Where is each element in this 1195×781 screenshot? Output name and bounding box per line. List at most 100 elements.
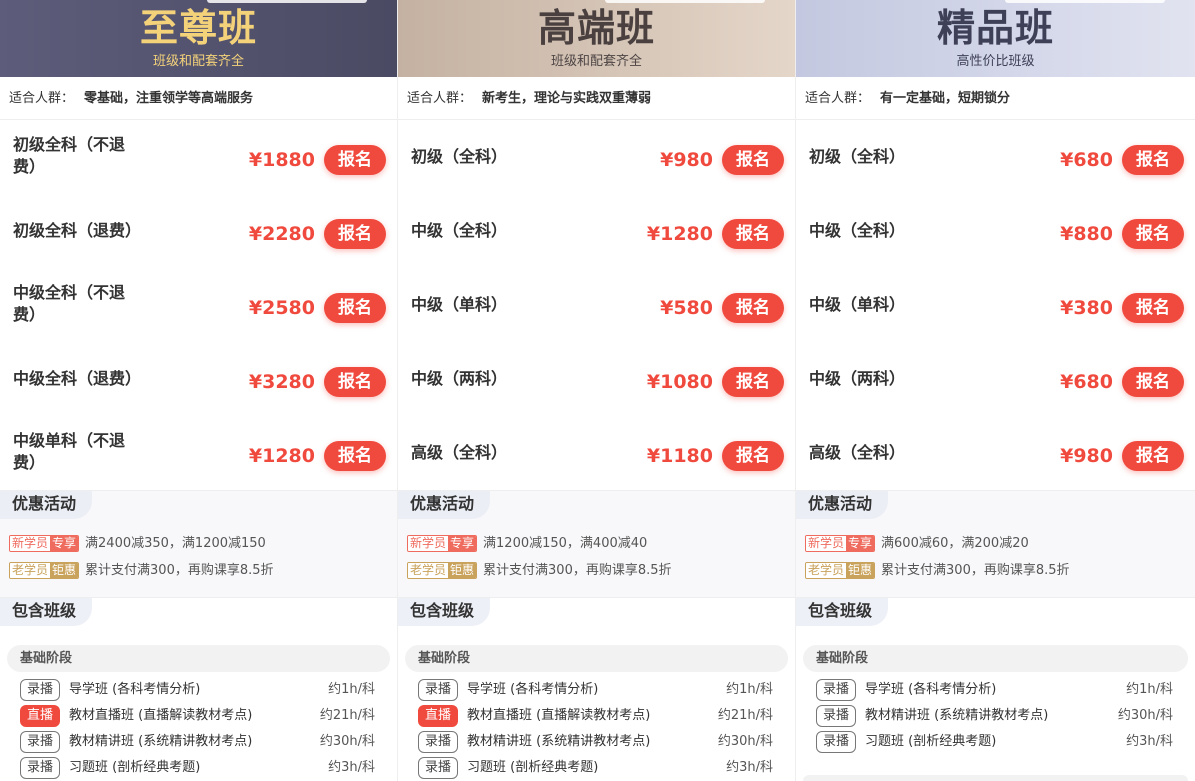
- audience-row: 适合人群： 新考生，理论与实践双重薄弱: [398, 77, 795, 120]
- signup-button[interactable]: 报名: [722, 145, 784, 175]
- course-name: 教材直播班 (直播解读教材考点): [69, 708, 253, 723]
- stage-label: 基础阶段: [803, 645, 1188, 672]
- course-hours: 约1h/科: [1126, 682, 1173, 697]
- course-name: 导学班 (各科考情分析): [467, 682, 599, 697]
- old-student-tag: 老学员 钜惠: [407, 562, 478, 579]
- tag-right: 专享: [448, 536, 477, 551]
- course-row: 直播 教材直播班 (直播解读教材考点) 约21h/科: [0, 702, 397, 728]
- old-student-tag: 老学员 钜惠: [805, 562, 876, 579]
- plan-row: 中级（两科） ¥680 报名: [796, 342, 1195, 416]
- plan-name: 中级全科（退费）: [13, 369, 142, 388]
- plan-name: 中级（全科）: [411, 221, 508, 240]
- signup-button[interactable]: 报名: [324, 219, 386, 249]
- package-column-supreme: 至尊班 班级和配套齐全 适合人群： 零基础，注重领学等高端服务 初级全科（不退费）…: [0, 0, 398, 781]
- course-hours: 约3h/科: [726, 760, 773, 775]
- plan-name: 中级（单科）: [411, 295, 508, 314]
- promo-section: 优惠活动 新学员 专享 满1200减150，满400减40 老学员 钜惠 累计支付满30…: [398, 490, 795, 597]
- signup-button[interactable]: 报名: [722, 367, 784, 397]
- audience-text: 新考生，理论与实践双重薄弱: [482, 91, 652, 106]
- audience-row: 适合人群： 零基础，注重领学等高端服务: [0, 77, 397, 120]
- plan-row: 初级（全科） ¥980 报名: [398, 120, 795, 194]
- course-row: 录播 导学班 (各科考情分析) 约1h/科: [796, 676, 1195, 702]
- column-header: 至尊班 班级和配套齐全: [0, 0, 397, 77]
- signup-button[interactable]: 报名: [324, 367, 386, 397]
- live-badge: 直播: [20, 705, 60, 727]
- plan-price: ¥880: [1060, 223, 1113, 245]
- plan-row: 中级（两科） ¥1080 报名: [398, 342, 795, 416]
- package-column-boutique: 精品班 高性价比班级 适合人群： 有一定基础，短期锁分 初级（全科） ¥680 报名 …: [796, 0, 1195, 781]
- includes-title: 包含班级: [398, 598, 491, 626]
- included-classes-section: 包含班级 基础阶段 录播 导学班 (各科考情分析) 约1h/科 直播 教材直播班 (直…: [0, 597, 397, 781]
- tag-left: 新学员: [806, 536, 847, 551]
- audience-text: 有一定基础，短期锁分: [880, 91, 1011, 106]
- signup-button[interactable]: 报名: [722, 293, 784, 323]
- recorded-badge: 录播: [816, 705, 856, 727]
- signup-button[interactable]: 报名: [324, 145, 386, 175]
- tag-left: 老学员: [408, 563, 449, 578]
- plan-name: 初级全科（不退费）: [13, 135, 126, 176]
- column-subtitle: 班级和配套齐全: [152, 54, 244, 69]
- column-title: 至尊班: [139, 6, 257, 50]
- plan-price: ¥680: [1060, 371, 1113, 393]
- plan-name: 中级（两科）: [809, 369, 906, 388]
- new-student-tag: 新学员 专享: [407, 535, 478, 552]
- plan-price: ¥1280: [646, 223, 713, 245]
- signup-button[interactable]: 报名: [722, 219, 784, 249]
- plan-row: 中级全科（退费） ¥3280 报名: [0, 342, 397, 416]
- plan-price: ¥1080: [646, 371, 713, 393]
- plan-name: 初级（全科）: [411, 147, 508, 166]
- new-student-tag: 新学员 专享: [805, 535, 876, 552]
- plan-row: 初级全科（退费） ¥2280 报名: [0, 194, 397, 268]
- promo-new-student: 新学员 专享 满1200减150，满400减40: [407, 535, 647, 552]
- course-hours: 约30h/科: [1117, 708, 1173, 723]
- plan-name: 中级（全科）: [809, 221, 906, 240]
- promo-text: 累计支付满300，再购课享8.5折: [483, 563, 672, 578]
- course-row: 录播 习题班 (剖析经典考题) 约3h/科: [796, 728, 1195, 754]
- course-hours: 约30h/科: [319, 734, 375, 749]
- promo-text: 满600减60，满200减20: [881, 536, 1029, 551]
- recorded-badge: 录播: [418, 757, 458, 779]
- recorded-badge: 录播: [20, 757, 60, 779]
- signup-button[interactable]: 报名: [722, 441, 784, 471]
- plan-price: ¥680: [1060, 149, 1113, 171]
- next-stage-stub: [803, 775, 1188, 781]
- course-hours: 约21h/科: [717, 708, 773, 723]
- tag-left: 新学员: [408, 536, 449, 551]
- promo-text: 累计支付满300，再购课享8.5折: [881, 563, 1070, 578]
- course-row: 录播 习题班 (剖析经典考题) 约3h/科: [398, 754, 795, 780]
- plan-list: 初级（全科） ¥980 报名 中级（全科） ¥1280 报名 中级（单科） ¥580 报名 …: [398, 120, 795, 490]
- course-name: 教材直播班 (直播解读教材考点): [467, 708, 651, 723]
- course-name: 导学班 (各科考情分析): [69, 682, 201, 697]
- plan-price: ¥1880: [248, 149, 315, 171]
- recorded-badge: 录播: [816, 679, 856, 701]
- plan-row: 初级全科（不退费） ¥1880 报名: [0, 120, 397, 194]
- tag-right: 钜惠: [846, 563, 875, 578]
- plan-name: 初级（全科）: [809, 147, 906, 166]
- promo-title: 优惠活动: [796, 491, 889, 519]
- plan-price: ¥980: [1060, 445, 1113, 467]
- plan-row: 中级单科（不退费） ¥1280 报名: [0, 416, 397, 490]
- promo-text: 满2400减350，满1200减150: [85, 536, 266, 551]
- signup-button[interactable]: 报名: [1122, 145, 1184, 175]
- plan-row: 中级（单科） ¥380 报名: [796, 268, 1195, 342]
- signup-button[interactable]: 报名: [1122, 367, 1184, 397]
- plan-name: 中级（两科）: [411, 369, 508, 388]
- signup-button[interactable]: 报名: [324, 441, 386, 471]
- signup-button[interactable]: 报名: [1122, 219, 1184, 249]
- audience-text: 零基础，注重领学等高端服务: [84, 91, 254, 106]
- plan-name: 中级单科（不退费）: [13, 431, 126, 472]
- promo-old-student: 老学员 钜惠 累计支付满300，再购课享8.5折: [9, 562, 274, 579]
- header-tab-strip: [1005, 0, 1165, 3]
- signup-button[interactable]: 报名: [1122, 441, 1184, 471]
- audience-label: 适合人群：: [805, 91, 871, 106]
- plan-name: 高级（全科）: [809, 443, 906, 462]
- signup-button[interactable]: 报名: [1122, 293, 1184, 323]
- signup-button[interactable]: 报名: [324, 293, 386, 323]
- promo-text: 累计支付满300，再购课享8.5折: [85, 563, 274, 578]
- column-subtitle: 高性价比班级: [956, 54, 1035, 69]
- plan-price: ¥3280: [248, 371, 315, 393]
- course-row: 录播 导学班 (各科考情分析) 约1h/科: [0, 676, 397, 702]
- tag-right: 钜惠: [448, 563, 477, 578]
- course-name: 导学班 (各科考情分析): [865, 682, 997, 697]
- course-row: 直播 教材直播班 (直播解读教材考点) 约21h/科: [398, 702, 795, 728]
